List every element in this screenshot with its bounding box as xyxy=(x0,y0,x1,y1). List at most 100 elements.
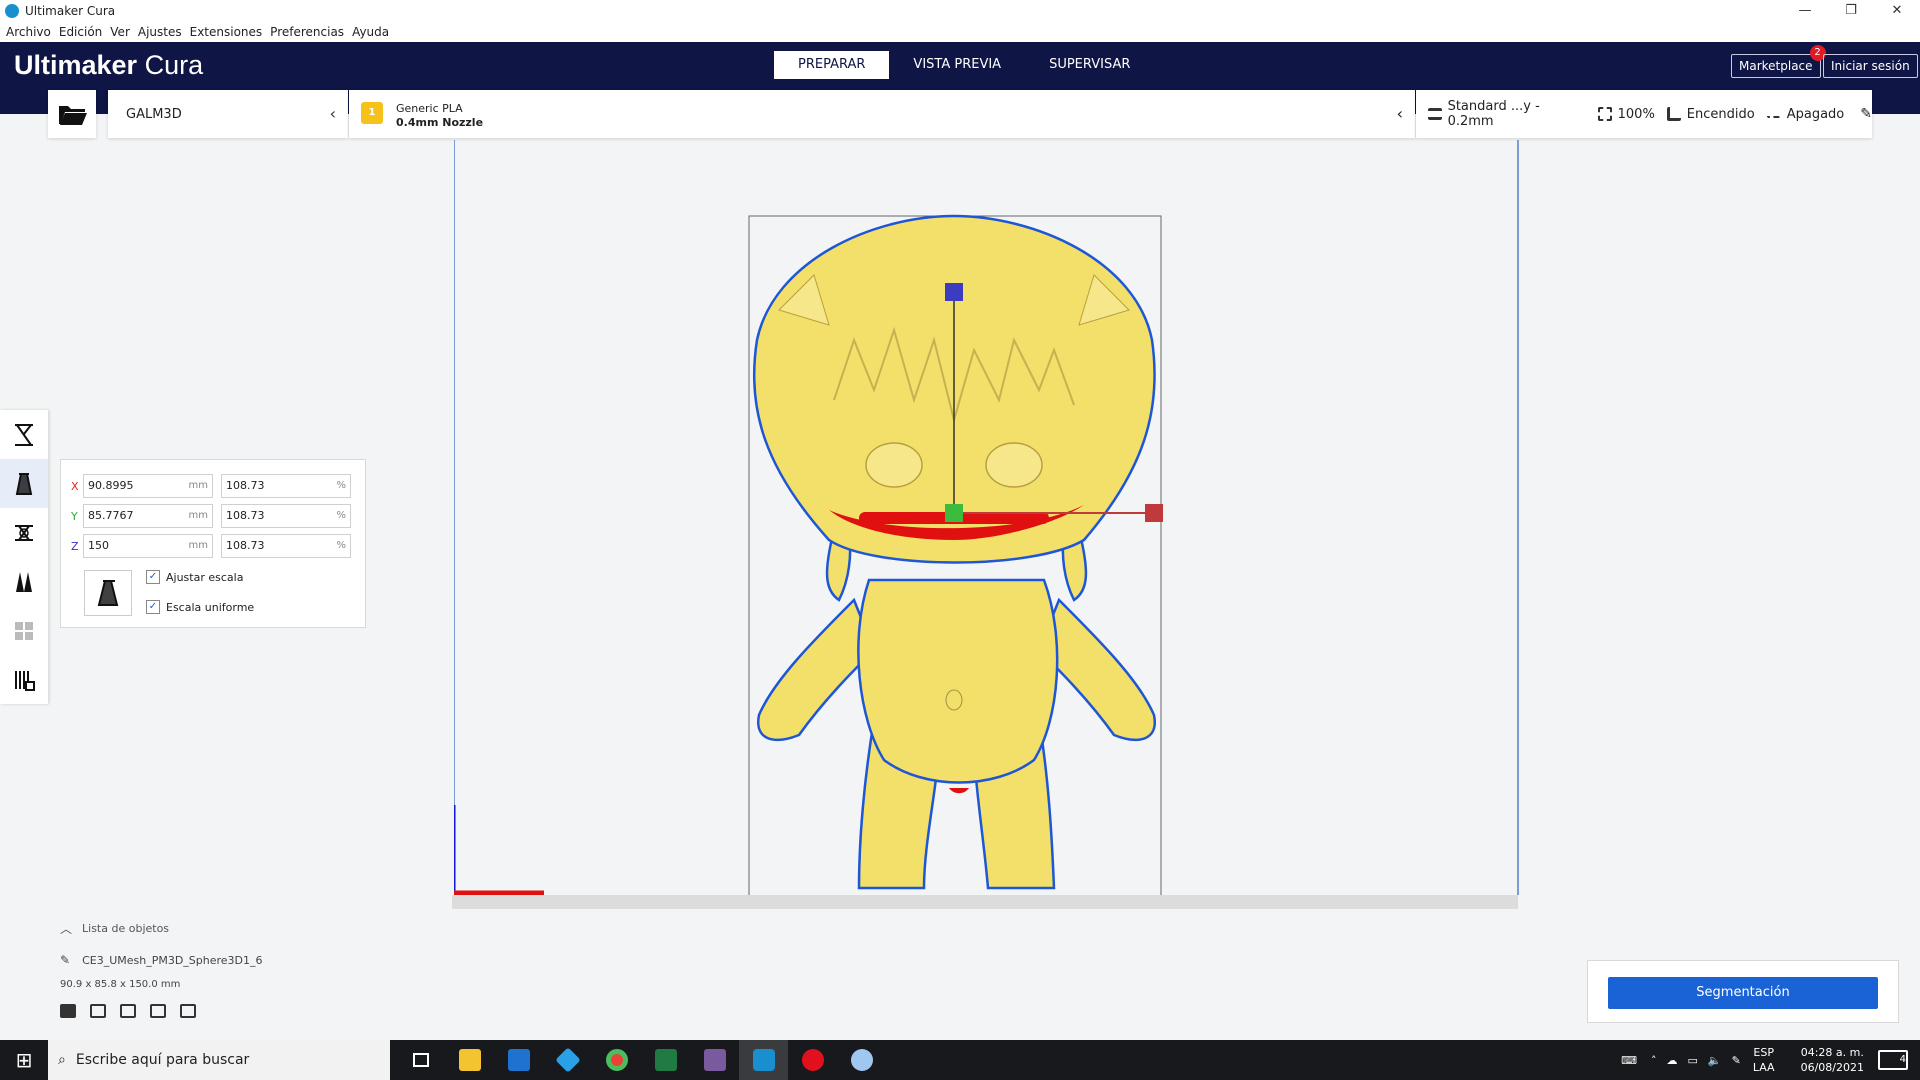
menu-ajustes[interactable]: Ajustes xyxy=(136,25,184,39)
marketplace-label: Marketplace xyxy=(1739,59,1813,73)
store-icon[interactable] xyxy=(543,1040,592,1080)
volume-icon[interactable]: 🔈 xyxy=(1708,1054,1722,1067)
axis-y-label: Y xyxy=(71,509,78,523)
taskbar-clock[interactable]: 04:28 a. m. 06/08/2021 xyxy=(1801,1045,1864,1075)
stage-tabs: PREPARAR VISTA PREVIA SUPERVISAR xyxy=(774,51,1154,79)
excel-icon[interactable] xyxy=(641,1040,690,1080)
infill-value: 100% xyxy=(1617,106,1655,122)
tab-vista-previa[interactable]: VISTA PREVIA xyxy=(889,51,1025,79)
pen-icon[interactable]: ✎ xyxy=(1732,1054,1741,1067)
rotate-tool-button[interactable] xyxy=(0,508,48,557)
cura-taskbar-icon[interactable] xyxy=(739,1040,788,1080)
move-tool-button[interactable] xyxy=(0,410,48,459)
scale-tool-button[interactable] xyxy=(0,459,48,508)
system-tray: ⌨ ˄ ☁ ▭ 🔈 ✎ ESP LAA 04:28 a. m. 06/08/202… xyxy=(1621,1040,1920,1080)
view-top-icon[interactable] xyxy=(120,1004,136,1018)
view-left-icon[interactable] xyxy=(150,1004,166,1018)
file-explorer-icon[interactable] xyxy=(445,1040,494,1080)
paint-icon[interactable] xyxy=(837,1040,886,1080)
chevron-left-icon: ‹ xyxy=(1396,104,1403,123)
opera-icon[interactable] xyxy=(788,1040,837,1080)
slice-button[interactable]: Segmentación xyxy=(1608,977,1878,1009)
axis-z-label: Z xyxy=(71,539,79,553)
per-model-settings-icon xyxy=(15,621,33,640)
tab-supervisar[interactable]: SUPERVISAR xyxy=(1025,51,1154,79)
windows-taskbar: ⊞ ⌕ Escribe aquí para buscar ⌨ ˄ ☁ ▭ 🔈 ✎… xyxy=(0,1040,1920,1080)
object-list-toggle[interactable]: ︿ Lista de objetos xyxy=(60,920,263,937)
support-blocker-icon xyxy=(15,670,35,691)
scale-z-mm-input[interactable]: 150 mm xyxy=(83,534,213,558)
cloud-icon[interactable]: ☁ xyxy=(1667,1054,1678,1067)
print-settings-selector[interactable]: Standard ...y - 0.2mm 100% Encendido Apa… xyxy=(1416,90,1872,138)
close-button[interactable]: ✕ xyxy=(1874,0,1920,22)
support-blocker-button[interactable] xyxy=(0,655,48,704)
open-file-button[interactable] xyxy=(48,90,96,138)
scale-handle-y[interactable] xyxy=(945,504,963,522)
scale-x-mm-input[interactable]: 90.8995 mm xyxy=(83,474,213,498)
scale-y-pct-input[interactable]: 108.73% xyxy=(221,504,351,528)
restore-button[interactable]: ❐ xyxy=(1828,0,1874,22)
reset-scale-icon xyxy=(97,580,119,606)
build-volume-scene xyxy=(450,140,1519,897)
scale-row-y: Y 85.7767 mm 108.73% xyxy=(71,504,359,528)
task-view-icon[interactable] xyxy=(396,1040,445,1080)
infill-item: 100% xyxy=(1597,106,1655,122)
3d-viewport[interactable] xyxy=(450,140,1520,897)
scale-row-x: X 90.8995 mm 108.73% xyxy=(71,474,359,498)
scale-x-pct-input[interactable]: 108.73% xyxy=(221,474,351,498)
snap-scaling-checkbox[interactable]: ✓ Ajustar escala xyxy=(146,570,243,584)
menu-ver[interactable]: Ver xyxy=(108,25,132,39)
chevron-up-icon[interactable]: ˄ xyxy=(1651,1054,1657,1067)
view-3d-icon[interactable] xyxy=(60,1004,76,1018)
printer-selector[interactable]: GALM3D ‹ xyxy=(108,90,348,138)
input-language[interactable]: ESP LAA xyxy=(1753,1045,1775,1075)
adhesion-item: Apagado xyxy=(1766,106,1845,122)
mirror-tool-button[interactable] xyxy=(0,557,48,606)
adhesion-value: Apagado xyxy=(1786,106,1845,122)
snap-scaling-label: Ajustar escala xyxy=(166,570,244,584)
view-right-icon[interactable] xyxy=(180,1004,196,1018)
axis-x-label: X xyxy=(71,479,79,493)
scale-panel: X 90.8995 mm 108.73% Y 85.7767 mm 108.73% … xyxy=(60,459,366,628)
reset-scale-button[interactable] xyxy=(84,570,132,616)
3d-builder-icon[interactable] xyxy=(690,1040,739,1080)
chevron-up-icon: ︿ xyxy=(60,922,73,936)
scale-tool-icon xyxy=(15,472,33,495)
pencil-icon[interactable]: ✎ xyxy=(1860,106,1872,122)
mail-icon[interactable] xyxy=(494,1040,543,1080)
per-model-settings-button[interactable] xyxy=(0,606,48,655)
view-front-icon[interactable] xyxy=(90,1004,106,1018)
menu-ayuda[interactable]: Ayuda xyxy=(350,25,391,39)
uniform-scaling-checkbox[interactable]: ✓ Escala uniforme xyxy=(146,600,254,614)
login-button[interactable]: Iniciar sesión xyxy=(1823,54,1918,78)
menu-extensiones[interactable]: Extensiones xyxy=(188,25,265,39)
clock-time: 04:28 a. m. xyxy=(1800,1046,1864,1059)
menu-archivo[interactable]: Archivo xyxy=(4,25,53,39)
minimize-button[interactable]: — xyxy=(1782,0,1828,22)
marketplace-button[interactable]: Marketplace 2 xyxy=(1731,45,1826,78)
nozzle-name: 0.4mm Nozzle xyxy=(396,116,484,129)
scale-y-mm-input[interactable]: 85.7767 mm xyxy=(83,504,213,528)
extruder-badge: 1 xyxy=(361,102,383,124)
clock-date: 06/08/2021 xyxy=(1800,1061,1864,1074)
object-list-item[interactable]: ✎ CE3_UMesh_PM3D_Sphere3D1_6 xyxy=(60,953,263,967)
network-icon[interactable]: ▭ xyxy=(1688,1054,1698,1067)
scale-handle-z[interactable] xyxy=(945,283,963,301)
object-list: ︿ Lista de objetos ✎ CE3_UMesh_PM3D_Sphe… xyxy=(60,920,263,1018)
menu-preferencias[interactable]: Preferencias xyxy=(268,25,346,39)
keyboard-icon[interactable]: ⌨ xyxy=(1621,1054,1637,1067)
profile-icon xyxy=(1428,108,1442,120)
folder-icon xyxy=(59,106,87,125)
object-dimensions: 90.9 x 85.8 x 150.0 mm xyxy=(60,979,181,990)
windows-start-icon[interactable]: ⊞ xyxy=(0,1040,48,1080)
material-selector[interactable]: 1 Generic PLA 0.4mm Nozzle ‹ xyxy=(349,90,1415,138)
taskbar-search-box[interactable]: ⌕ Escribe aquí para buscar xyxy=(48,1040,390,1080)
scale-handle-x[interactable] xyxy=(1145,504,1163,522)
window-title: Ultimaker Cura xyxy=(25,4,116,18)
scale-z-pct-input[interactable]: 108.73% xyxy=(221,534,351,558)
chrome-icon[interactable] xyxy=(592,1040,641,1080)
brand-logo: Ultimaker Cura xyxy=(14,50,204,80)
menu-edicion[interactable]: Edición xyxy=(57,25,104,39)
tab-preparar[interactable]: PREPARAR xyxy=(774,51,890,79)
notification-center-icon[interactable]: 4 xyxy=(1878,1050,1908,1070)
